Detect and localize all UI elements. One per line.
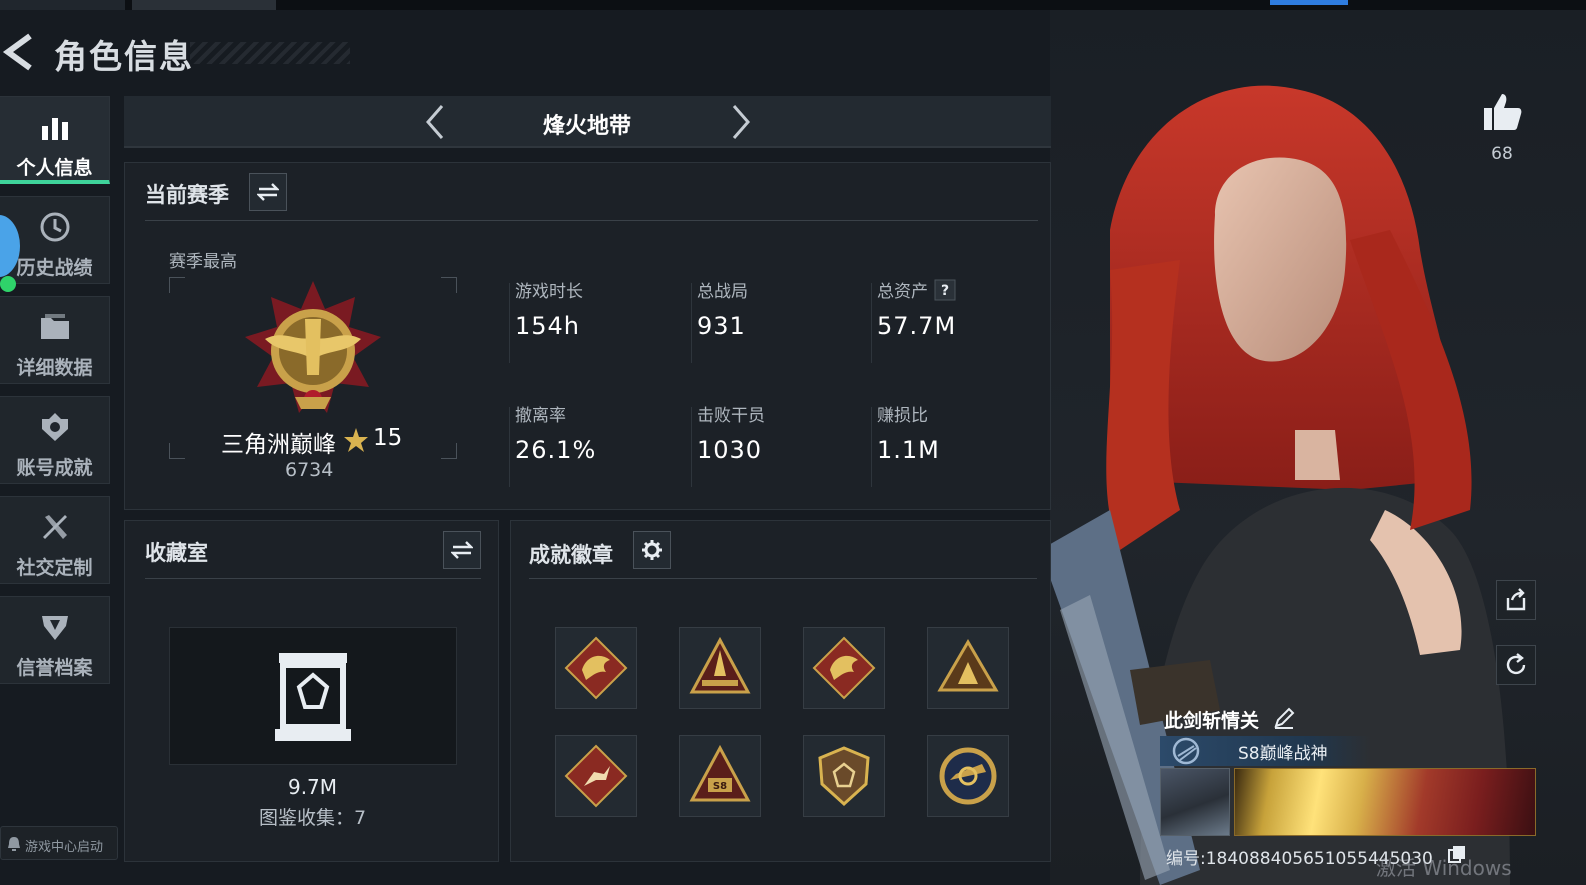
current-season-panel: 当前赛季 赛季最高 三角洲巅峰 15 6734 游戏时长 154h 总战局 93… bbox=[124, 162, 1051, 510]
sidebar-item-label: 信誉档案 bbox=[16, 657, 93, 679]
like-count: 68 bbox=[1491, 144, 1513, 164]
achievement-badges-panel: 成就徽章 S8 bbox=[510, 520, 1051, 862]
sidebar-item-label: 账号成就 bbox=[16, 457, 93, 479]
switch-collection-button[interactable] bbox=[443, 531, 481, 569]
stat-label: 游戏时长 bbox=[515, 282, 583, 302]
dragon-badge-icon[interactable] bbox=[803, 627, 885, 709]
svg-text:?: ? bbox=[941, 283, 949, 299]
stat-value: 1030 bbox=[697, 436, 763, 464]
season-best-label: 赛季最高 bbox=[169, 252, 237, 272]
sidebar-item-detailed-data[interactable]: 详细数据 bbox=[0, 296, 110, 384]
shield-crest-icon bbox=[0, 609, 109, 645]
divider bbox=[529, 578, 1037, 579]
stat-value: 26.1% bbox=[515, 436, 597, 464]
avatar-card[interactable] bbox=[1160, 768, 1230, 836]
stat-label: 总资产? bbox=[877, 277, 1047, 302]
camp-badge-icon[interactable] bbox=[927, 627, 1009, 709]
rank-level: 15 bbox=[373, 425, 403, 451]
window-tab[interactable] bbox=[132, 0, 276, 10]
swap-arrows-icon bbox=[451, 541, 473, 559]
window-tab-strip bbox=[0, 0, 1586, 10]
rocket-badge-icon[interactable] bbox=[679, 627, 761, 709]
stat-label: 撤离率 bbox=[515, 406, 566, 426]
divider bbox=[145, 578, 481, 579]
sidebar-item-label: 详细数据 bbox=[16, 357, 93, 379]
online-status-dot bbox=[0, 276, 16, 292]
stat-value: 1.1M bbox=[877, 436, 940, 464]
achievement-icon bbox=[0, 409, 109, 445]
refresh-icon bbox=[1506, 653, 1526, 675]
windows-activation-watermark: 激活 Windows bbox=[1376, 856, 1512, 880]
edit-pencil-icon[interactable] bbox=[1272, 706, 1296, 730]
star-icon bbox=[343, 427, 369, 453]
mode-title: 烽火地带 bbox=[542, 114, 631, 139]
stat-label: 总战局 bbox=[697, 282, 748, 302]
window-tab[interactable] bbox=[0, 0, 125, 10]
share-icon bbox=[1506, 588, 1526, 611]
rank-name: 三角洲巅峰 bbox=[221, 432, 336, 458]
runner-badge-icon[interactable] bbox=[555, 735, 637, 817]
title-emblem-icon bbox=[1170, 736, 1202, 766]
back-arrow-icon[interactable] bbox=[0, 28, 44, 76]
switch-season-button[interactable] bbox=[249, 173, 287, 211]
bar-chart-icon bbox=[0, 109, 109, 145]
season-title: 当前赛季 bbox=[145, 183, 229, 207]
divider bbox=[145, 220, 1038, 221]
bell-icon bbox=[7, 836, 21, 851]
rank-emblem-icon bbox=[235, 279, 391, 427]
collection-value: 9.7M bbox=[287, 775, 338, 799]
gear-icon bbox=[642, 540, 662, 560]
stat-label: 赚损比 bbox=[877, 406, 928, 426]
stat-total-matches: 总战局 931 bbox=[697, 277, 867, 340]
sidebar-item-label: 个人信息 bbox=[16, 157, 93, 179]
sidebar-item-achievements[interactable]: 账号成就 bbox=[0, 396, 110, 484]
player-name: 此剑斩情关 bbox=[1164, 710, 1260, 732]
swap-arrows-icon bbox=[257, 183, 279, 201]
sidebar-item-label: 社交定制 bbox=[16, 557, 93, 579]
stat-label: 击败干员 bbox=[697, 406, 765, 426]
name-card-banner[interactable] bbox=[1234, 768, 1536, 836]
page-title: 角色信息 bbox=[54, 37, 194, 76]
share-button[interactable] bbox=[1496, 580, 1536, 620]
refresh-button[interactable] bbox=[1496, 645, 1536, 685]
stat-total-assets: 总资产? 57.7M bbox=[877, 277, 1047, 340]
mode-selector: 烽火地带 bbox=[124, 96, 1051, 148]
s8-badge-icon[interactable]: S8 bbox=[679, 735, 761, 817]
stat-operators-defeated: 击败干员 1030 bbox=[697, 401, 867, 464]
collection-count: 图鉴收集：7 bbox=[258, 807, 367, 829]
help-icon[interactable]: ? bbox=[934, 279, 956, 301]
stat-extraction-rate: 撤离率 26.1% bbox=[515, 401, 685, 464]
collection-title: 收藏室 bbox=[145, 541, 208, 565]
stat-play-time: 游戏时长 154h bbox=[515, 277, 685, 340]
tools-icon bbox=[0, 509, 109, 545]
folder-icon bbox=[0, 309, 109, 345]
sidebar-item-credit-file[interactable]: 信誉档案 bbox=[0, 596, 110, 684]
chevron-right-icon[interactable] bbox=[720, 102, 760, 142]
player-title: S8巅峰战神 bbox=[1238, 744, 1328, 764]
stat-profit-loss-ratio: 赚损比 1.1M bbox=[877, 401, 1047, 464]
dragon-badge-icon[interactable] bbox=[555, 627, 637, 709]
achievements-title: 成就徽章 bbox=[529, 543, 613, 567]
display-case-icon bbox=[273, 651, 353, 743]
sidebar-item-social-custom[interactable]: 社交定制 bbox=[0, 496, 110, 584]
collection-panel: 收藏室 9.7M 图鉴收集：7 bbox=[124, 520, 499, 862]
stat-value: 57.7M bbox=[877, 312, 957, 340]
title-decoration bbox=[190, 42, 350, 64]
badge-settings-button[interactable] bbox=[633, 531, 671, 569]
svg-text:S8: S8 bbox=[713, 781, 727, 792]
stat-value: 931 bbox=[697, 312, 746, 340]
thumbs-up-icon[interactable] bbox=[1480, 90, 1524, 134]
stat-label-text: 总资产 bbox=[877, 282, 928, 302]
rank-score: 6734 bbox=[285, 459, 334, 481]
emblem-badge-icon[interactable] bbox=[927, 735, 1009, 817]
stat-value: 154h bbox=[515, 312, 581, 340]
game-center-label: 游戏中心启动 bbox=[25, 840, 104, 855]
window-tab-highlight bbox=[1270, 0, 1348, 5]
game-center-launch-button[interactable]: 游戏中心启动 bbox=[0, 826, 118, 860]
diamond-shield-badge-icon[interactable] bbox=[803, 735, 885, 817]
sidebar-item-personal-info[interactable]: 个人信息 bbox=[0, 96, 110, 184]
chevron-left-icon[interactable] bbox=[418, 102, 458, 142]
